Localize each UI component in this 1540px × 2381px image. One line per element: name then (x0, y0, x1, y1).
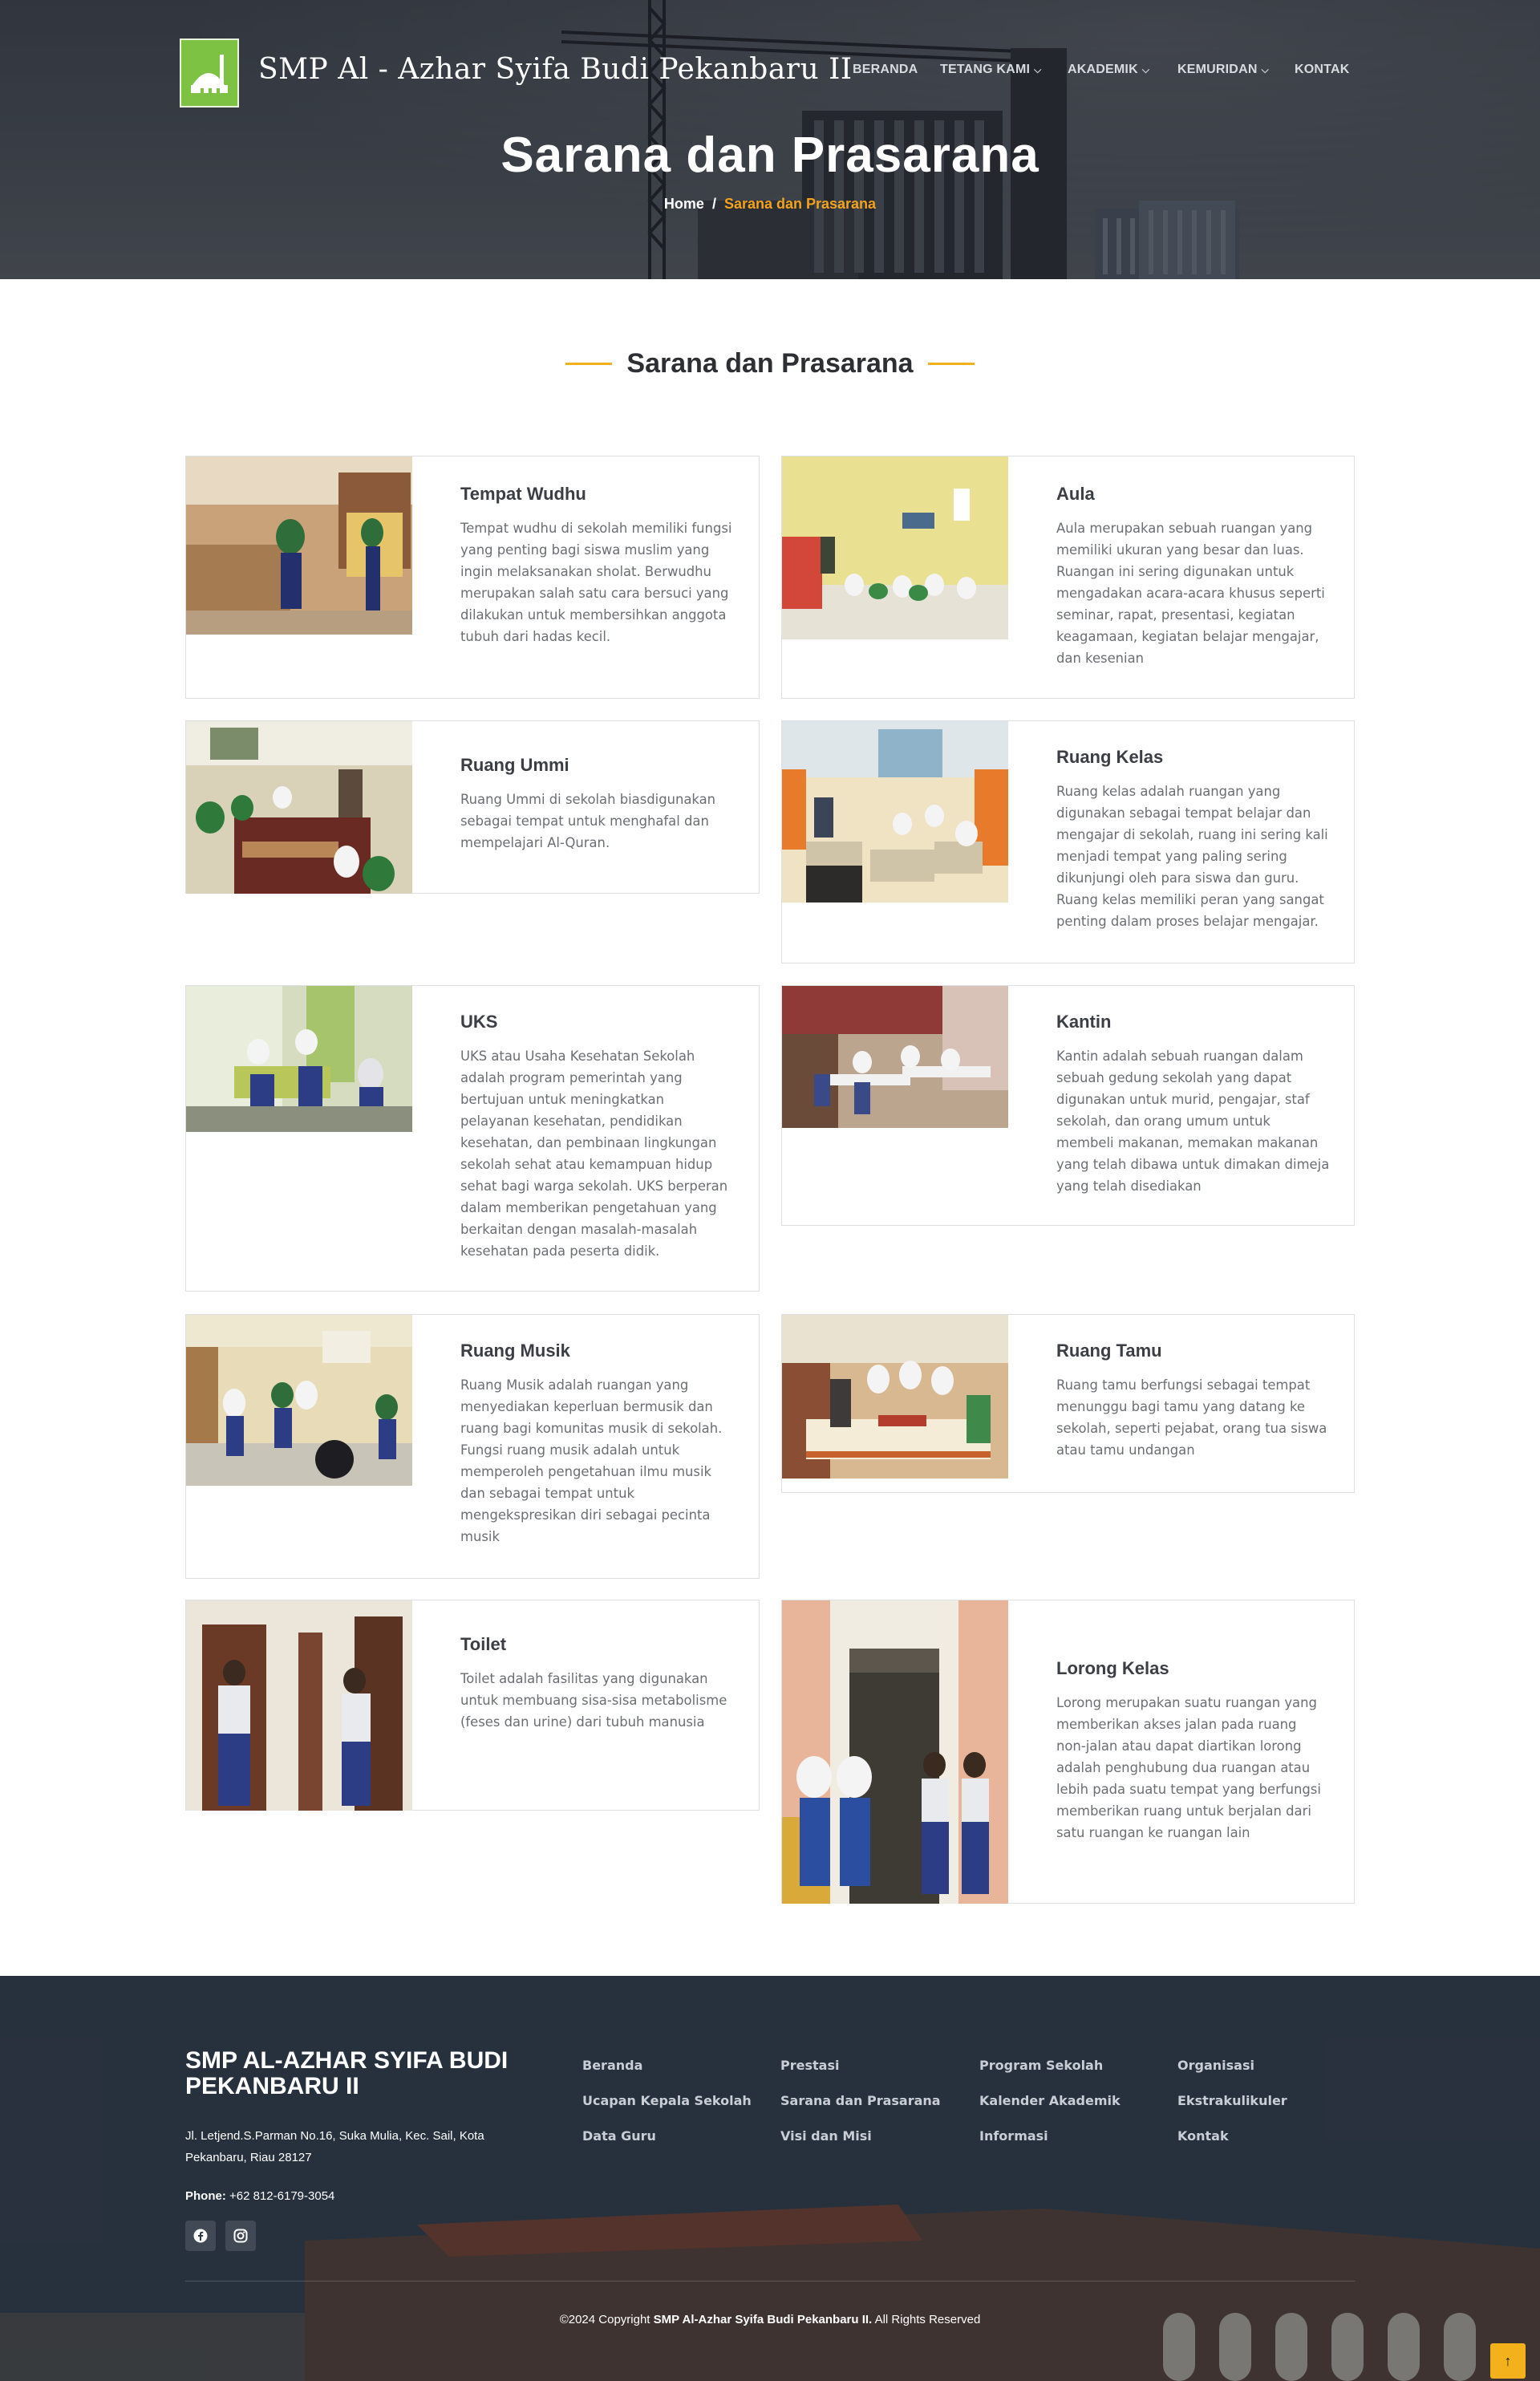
facility-title: Ruang Musik (460, 1341, 570, 1361)
facility-description: Ruang kelas adalah ruangan yang digunaka… (1056, 784, 1328, 929)
facility-info: Lorong Kelas Lorong merupakan suatu ruan… (1056, 1658, 1330, 1844)
mosque-logo-icon (184, 45, 234, 103)
facility-description: Ruang tamu berfungsi sebagai tempat menu… (1056, 1377, 1327, 1458)
phone-number: +62 812-6179-3054 (229, 2189, 335, 2203)
back-to-top-button[interactable]: ↑ (1490, 2343, 1526, 2379)
site-title[interactable]: SMP Al - Azhar Syifa Budi Pekanbaru II (258, 53, 853, 86)
facility-description: Lorong merupakan suatu ruangan yang memb… (1056, 1695, 1321, 1840)
breadcrumb-home-link[interactable]: Home (664, 196, 704, 212)
facility-info: Ruang Kelas Ruang kelas adalah ruangan y… (1056, 747, 1330, 932)
nav-tentang-kami[interactable]: TETANG KAMI ⌵ (940, 63, 1041, 77)
copyright-prefix: ©2024 Copyright (559, 2313, 650, 2326)
chevron-down-icon: ⌵ (1141, 64, 1150, 75)
facility-title: UKS (460, 1012, 498, 1032)
facility-card-aula: Aula Aula merupakan sebuah ruangan yang … (781, 456, 1355, 699)
footer-address: Jl. Letjend.S.Parman No.16, Suka Mulia, … (185, 2129, 484, 2164)
facility-description: Aula merupakan sebuah ruangan yang memil… (1056, 521, 1325, 666)
facility-description: Toilet adalah fasilitas yang digunakan u… (460, 1671, 727, 1730)
facility-photo (186, 1315, 412, 1486)
footer-link-kontak[interactable]: Kontak (1177, 2128, 1229, 2144)
facebook-button[interactable] (185, 2221, 216, 2251)
facility-photo (782, 721, 1008, 903)
facility-description: Ruang Ummi di sekolah biasdigunakan seba… (460, 792, 716, 850)
facility-description: Tempat wudhu di sekolah memiliki fungsi … (460, 521, 732, 644)
footer-link-kalender-akademik[interactable]: Kalender Akademik (979, 2093, 1121, 2108)
facility-photo (186, 456, 412, 635)
facility-info: UKS UKS atau Usaha Kesehatan Sekolah ada… (460, 1012, 735, 1262)
breadcrumb: Home / Sarana dan Prasarana (0, 196, 1540, 213)
facility-description: UKS atau Usaha Kesehatan Sekolah adalah … (460, 1049, 728, 1259)
breadcrumb-separator: / (711, 196, 716, 212)
footer-divider (185, 2281, 1355, 2282)
footer-link-beranda[interactable]: Beranda (582, 2058, 642, 2073)
footer-link-organisasi[interactable]: Organisasi (1177, 2058, 1254, 2073)
footer-link-ekstrakulikuler[interactable]: Ekstrakulikuler (1177, 2093, 1287, 2108)
chevron-down-icon: ⌵ (1261, 64, 1269, 75)
instagram-button[interactable] (225, 2221, 256, 2251)
copyright-name: SMP Al-Azhar Syifa Budi Pekanbaru II. (653, 2313, 873, 2326)
footer-link-sarana-prasarana[interactable]: Sarana dan Prasarana (780, 2093, 941, 2108)
section-title: Sarana dan Prasarana (626, 348, 914, 379)
facility-info: Toilet Toilet adalah fasilitas yang digu… (460, 1634, 735, 1733)
facility-card-tempat-wudhu: Tempat Wudhu Tempat wudhu di sekolah mem… (185, 456, 760, 699)
facility-photo (782, 456, 1008, 639)
facility-title: Ruang Tamu (1056, 1341, 1162, 1361)
nav-kontak[interactable]: KONTAK (1295, 63, 1349, 77)
copyright: ©2024 Copyright SMP Al-Azhar Syifa Budi … (0, 2313, 1540, 2326)
facility-photo (782, 1600, 1008, 1904)
facility-info: Aula Aula merupakan sebuah ruangan yang … (1056, 484, 1330, 669)
section-heading: Sarana dan Prasarana (0, 348, 1540, 379)
facility-info: Ruang Musik Ruang Musik adalah ruangan y… (460, 1341, 735, 1547)
facility-card-ruang-tamu: Ruang Tamu Ruang tamu berfungsi sebagai … (781, 1314, 1355, 1493)
nav-beranda[interactable]: BERANDA (853, 63, 918, 77)
facility-description: Kantin adalah sebuah ruangan dalam sebua… (1056, 1049, 1330, 1194)
facility-card-ruang-ummi: Ruang Ummi Ruang Ummi di sekolah biasdig… (185, 720, 760, 894)
heading-accent-line (565, 363, 613, 365)
facility-title: Lorong Kelas (1056, 1658, 1169, 1678)
facility-photo (782, 1315, 1008, 1478)
facility-title: Ruang Kelas (1056, 747, 1164, 767)
copyright-suffix: All Rights Reserved (874, 2313, 981, 2326)
nav-kemuridan[interactable]: KEMURIDAN ⌵ (1177, 63, 1269, 77)
instagram-icon (233, 2229, 248, 2243)
facility-title: Kantin (1056, 1012, 1112, 1032)
page-title: Sarana dan Prasarana (500, 128, 1040, 183)
heading-accent-line (927, 363, 975, 365)
arrow-up-icon: ↑ (1504, 2353, 1512, 2369)
facility-title: Aula (1056, 484, 1095, 504)
facility-card-kantin: Kantin Kantin adalah sebuah ruangan dala… (781, 985, 1355, 1226)
facility-card-ruang-kelas: Ruang Kelas Ruang kelas adalah ruangan y… (781, 720, 1355, 963)
chevron-down-icon: ⌵ (1034, 64, 1042, 75)
facility-title: Ruang Ummi (460, 755, 569, 775)
breadcrumb-current: Sarana dan Prasarana (723, 196, 877, 212)
facility-title: Toilet (460, 1634, 507, 1654)
facility-description: Ruang Musik adalah ruangan yang menyedia… (460, 1377, 723, 1544)
facility-card-lorong-kelas: Lorong Kelas Lorong merupakan suatu ruan… (781, 1600, 1355, 1904)
facility-photo (186, 1600, 412, 1811)
facility-card-toilet: Toilet Toilet adalah fasilitas yang digu… (185, 1600, 760, 1811)
site-footer: SMP AL-AZHAR SYIFA BUDI PEKANBARU II Jl.… (0, 1976, 1540, 2381)
facility-photo (782, 986, 1008, 1128)
nav-akademik[interactable]: AKADEMIK ⌵ (1068, 63, 1149, 77)
facility-info: Tempat Wudhu Tempat wudhu di sekolah mem… (460, 484, 735, 647)
footer-link-ucapan-kepala-sekolah[interactable]: Ucapan Kepala Sekolah (582, 2093, 752, 2108)
school-logo[interactable] (180, 39, 239, 107)
facility-photo (186, 986, 412, 1132)
footer-link-visi-misi[interactable]: Visi dan Misi (780, 2128, 872, 2144)
footer-link-data-guru[interactable]: Data Guru (582, 2128, 656, 2144)
facility-card-ruang-musik: Ruang Musik Ruang Musik adalah ruangan y… (185, 1314, 760, 1579)
facility-photo (186, 721, 412, 894)
facebook-icon (193, 2229, 208, 2243)
facility-card-uks: UKS UKS atau Usaha Kesehatan Sekolah ada… (185, 985, 760, 1292)
footer-link-informasi[interactable]: Informasi (979, 2128, 1048, 2144)
facility-info: Ruang Tamu Ruang tamu berfungsi sebagai … (1056, 1341, 1330, 1461)
phone-label: Phone: (185, 2189, 226, 2203)
footer-link-program-sekolah[interactable]: Program Sekolah (979, 2058, 1103, 2073)
footer-phone: Phone: +62 812-6179-3054 (185, 2189, 334, 2203)
footer-brand: SMP AL-AZHAR SYIFA BUDI PEKANBARU II (185, 2047, 509, 2099)
facility-info: Ruang Ummi Ruang Ummi di sekolah biasdig… (460, 755, 735, 854)
facility-title: Tempat Wudhu (460, 484, 586, 504)
facility-info: Kantin Kantin adalah sebuah ruangan dala… (1056, 1012, 1330, 1197)
footer-link-prestasi[interactable]: Prestasi (780, 2058, 839, 2073)
